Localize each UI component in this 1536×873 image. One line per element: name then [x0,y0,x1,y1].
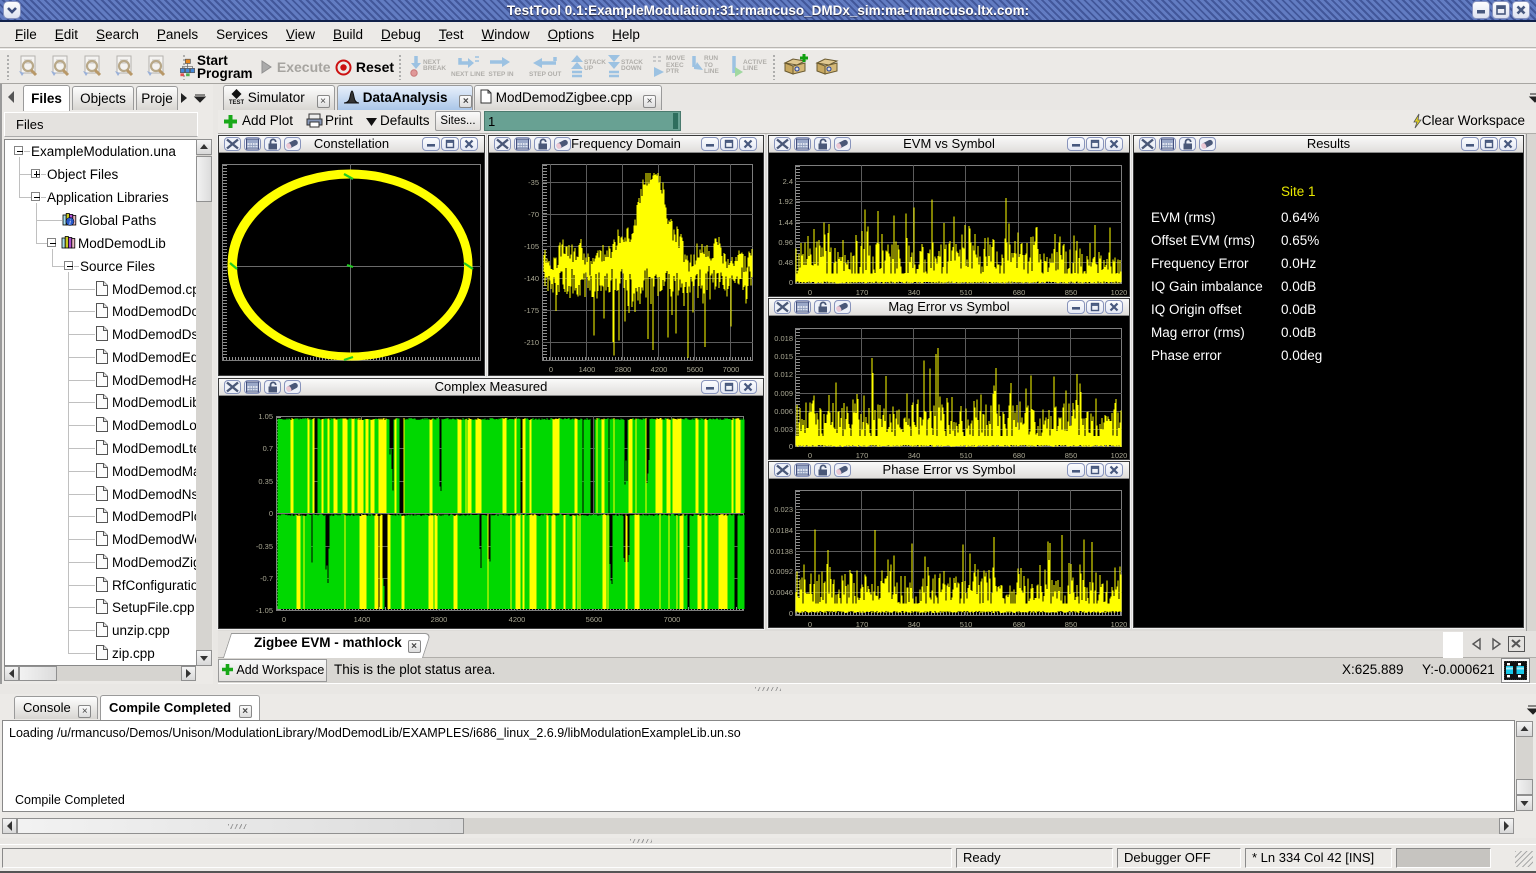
svg-text:i: i [69,218,71,227]
svg-text:TEST: TEST [229,100,244,105]
